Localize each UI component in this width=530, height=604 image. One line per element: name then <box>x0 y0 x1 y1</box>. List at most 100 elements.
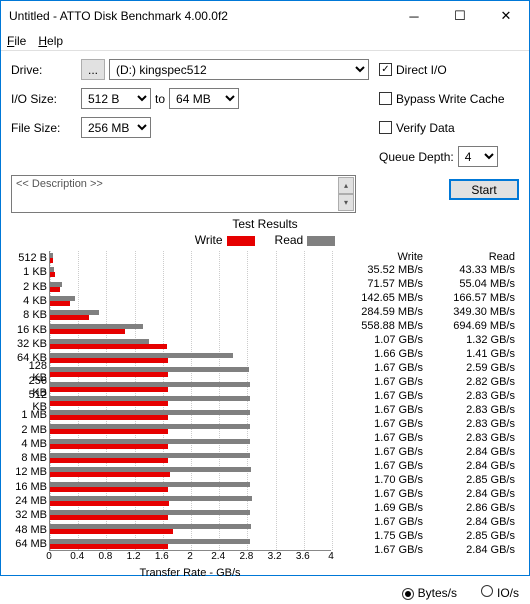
bypass-cache-checkbox[interactable]: Bypass Write Cache <box>379 92 519 106</box>
x-tick-label: 2 <box>187 551 193 562</box>
cell-read: 2.59 GB/s <box>427 361 519 375</box>
bar-write <box>50 458 168 463</box>
table-row: 1.67 GB/s2.59 GB/s <box>335 361 519 375</box>
cell-read: 694.69 MB/s <box>427 319 519 333</box>
y-tick-label: 8 KB <box>11 309 47 321</box>
cell-read: 2.85 GB/s <box>427 473 519 487</box>
bar-write <box>50 544 168 549</box>
bar-write <box>50 401 168 406</box>
cell-read: 349.30 MB/s <box>427 305 519 319</box>
y-tick-label: 512 B <box>11 252 47 264</box>
y-tick-label: 48 MB <box>11 524 47 536</box>
filesize-select[interactable]: 256 MB <box>81 117 151 138</box>
cell-read: 2.83 GB/s <box>427 431 519 445</box>
bar-write <box>50 387 168 392</box>
config-panel: Drive: ... (D:) kingspec512 ✓Direct I/O … <box>1 51 529 171</box>
cell-read: 2.84 GB/s <box>427 487 519 501</box>
x-tick-label: 2.4 <box>211 551 225 562</box>
table-row: 1.07 GB/s1.32 GB/s <box>335 333 519 347</box>
cell-write: 1.67 GB/s <box>335 487 427 501</box>
cell-read: 166.57 MB/s <box>427 291 519 305</box>
cell-read: 55.04 MB/s <box>427 277 519 291</box>
table-row: 1.70 GB/s2.85 GB/s <box>335 473 519 487</box>
cell-write: 71.57 MB/s <box>335 277 427 291</box>
radio-io[interactable]: IO/s <box>481 585 519 600</box>
verify-data-checkbox[interactable]: Verify Data <box>379 121 519 135</box>
bar-write <box>50 258 53 263</box>
x-tick-label: 0 <box>46 551 52 562</box>
queue-depth-select[interactable]: 4 <box>458 146 498 167</box>
bar-write <box>50 444 168 449</box>
table-row: 1.67 GB/s2.84 GB/s <box>335 445 519 459</box>
y-tick-label: 4 KB <box>11 295 47 307</box>
y-tick-label: 4 MB <box>11 438 47 450</box>
direct-io-checkbox[interactable]: ✓Direct I/O <box>379 63 519 77</box>
cell-read: 2.84 GB/s <box>427 459 519 473</box>
bar-write <box>50 487 168 492</box>
start-button[interactable]: Start <box>449 179 519 200</box>
iosize-to-select[interactable]: 64 MB <box>169 88 239 109</box>
menu-bar: File Help <box>1 31 529 51</box>
bar-write <box>50 301 70 306</box>
cell-write: 1.67 GB/s <box>335 459 427 473</box>
bar-write <box>50 501 169 506</box>
cell-read: 2.84 GB/s <box>427 445 519 459</box>
cell-write: 1.70 GB/s <box>335 473 427 487</box>
drive-select[interactable]: (D:) kingspec512 <box>109 59 369 80</box>
unit-radio-group: Bytes/s IO/s <box>1 583 529 604</box>
bar-write <box>50 329 125 334</box>
x-tick-label: 1.2 <box>127 551 141 562</box>
iosize-from-select[interactable]: 512 B <box>81 88 151 109</box>
drive-browse-button[interactable]: ... <box>81 59 105 80</box>
table-row: 1.67 GB/s2.84 GB/s <box>335 487 519 501</box>
bar-write <box>50 472 170 477</box>
col-write: Write <box>335 251 427 263</box>
table-row: 142.65 MB/s166.57 MB/s <box>335 291 519 305</box>
spinner-down-icon[interactable]: ▾ <box>338 194 354 211</box>
cell-read: 2.85 GB/s <box>427 529 519 543</box>
title-bar: Untitled - ATTO Disk Benchmark 4.00.0f2 … <box>1 1 529 31</box>
table-row: 558.88 MB/s694.69 MB/s <box>335 319 519 333</box>
bar-write <box>50 415 168 420</box>
results-title: Test Results <box>11 217 519 231</box>
legend-read-swatch <box>307 236 335 246</box>
legend-write-swatch <box>227 236 255 246</box>
bar-write <box>50 315 89 320</box>
cell-write: 1.07 GB/s <box>335 333 427 347</box>
spinner-up-icon[interactable]: ▴ <box>338 177 354 194</box>
bar-chart: 00.40.81.21.622.42.83.23.64 Transfer Rat… <box>11 251 331 579</box>
bar-write <box>50 272 55 277</box>
iosize-label: I/O Size: <box>11 92 71 106</box>
bar-write <box>50 515 168 520</box>
results-table: Write Read 35.52 MB/s43.33 MB/s71.57 MB/… <box>335 251 519 579</box>
menu-file[interactable]: File <box>7 34 26 48</box>
close-button[interactable]: ✕ <box>483 1 529 31</box>
radio-bytes[interactable]: Bytes/s <box>402 586 457 600</box>
cell-write: 1.66 GB/s <box>335 347 427 361</box>
cell-write: 142.65 MB/s <box>335 291 427 305</box>
cell-read: 2.86 GB/s <box>427 501 519 515</box>
bar-write <box>50 344 167 349</box>
minimize-button[interactable]: ─ <box>391 1 437 31</box>
maximize-button[interactable]: ☐ <box>437 1 483 31</box>
cell-write: 1.67 GB/s <box>335 543 427 557</box>
menu-help[interactable]: Help <box>38 34 63 48</box>
cell-read: 2.84 GB/s <box>427 515 519 529</box>
queue-depth-row: Queue Depth: 4 <box>379 146 519 167</box>
y-tick-label: 2 KB <box>11 281 47 293</box>
x-tick-label: 1.6 <box>155 551 169 562</box>
description-spinner[interactable]: ▴ ▾ <box>338 177 354 211</box>
table-row: 71.57 MB/s55.04 MB/s <box>335 277 519 291</box>
table-row: 1.67 GB/s2.83 GB/s <box>335 389 519 403</box>
cell-write: 1.67 GB/s <box>335 515 427 529</box>
results-panel: Test Results Write Read 00.40.81.21.622.… <box>1 213 529 583</box>
description-input[interactable]: << Description >> ▴ ▾ <box>11 175 356 213</box>
y-tick-label: 32 KB <box>11 338 47 350</box>
cell-write: 1.67 GB/s <box>335 445 427 459</box>
table-row: 1.67 GB/s2.84 GB/s <box>335 459 519 473</box>
cell-read: 1.41 GB/s <box>427 347 519 361</box>
bar-write <box>50 372 168 377</box>
y-tick-label: 2 MB <box>11 424 47 436</box>
cell-write: 1.67 GB/s <box>335 361 427 375</box>
bar-write <box>50 287 60 292</box>
